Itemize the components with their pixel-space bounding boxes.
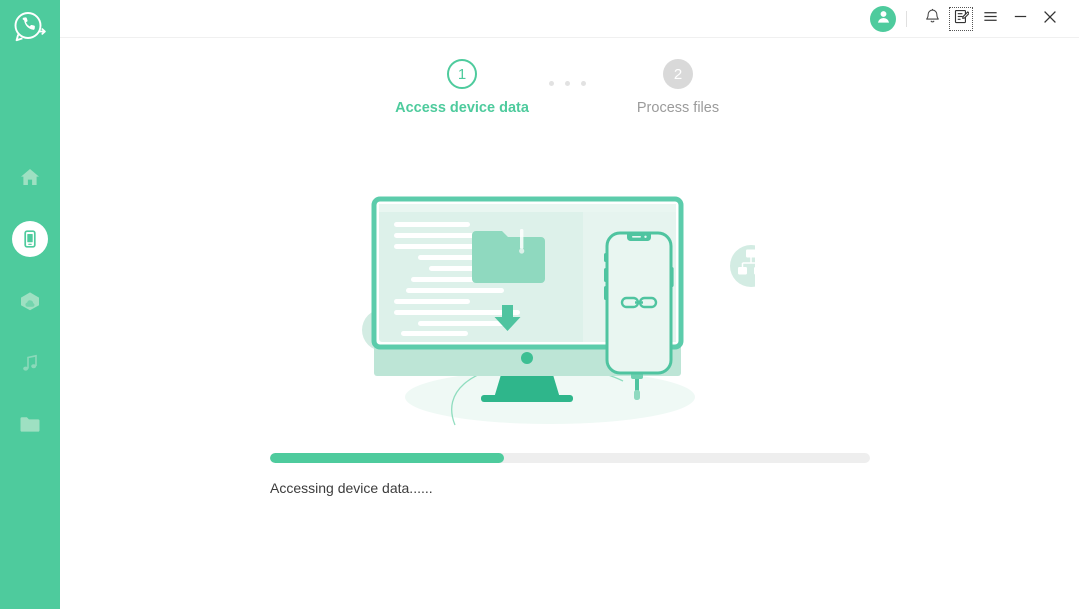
- folder-icon: [472, 229, 545, 283]
- sidebar-item-files[interactable]: [12, 407, 48, 443]
- user-avatar-icon: [875, 8, 892, 30]
- window-controls: [870, 0, 1065, 38]
- step-number-badge: 1: [447, 59, 477, 89]
- home-icon: [19, 166, 41, 188]
- feedback-edit-icon: [954, 9, 970, 29]
- phone-icon: [20, 229, 40, 249]
- progress-area: Accessing device data......: [270, 453, 870, 496]
- sitemap-badge-icon: [730, 245, 772, 287]
- step-indicator: 1 Access device data 2 Process files: [60, 38, 1079, 138]
- titlebar: [60, 0, 1079, 38]
- progress-bar: [270, 453, 870, 463]
- notification-button[interactable]: [917, 4, 947, 34]
- progress-bar-fill: [270, 453, 504, 463]
- sidebar-item-device[interactable]: [12, 221, 48, 257]
- cloud-backup-icon: [18, 289, 42, 313]
- close-icon: [1041, 8, 1059, 31]
- music-note-icon: [20, 353, 40, 373]
- device-to-computer-transfer-illustration: [355, 185, 772, 435]
- step-label: Process files: [636, 100, 720, 116]
- avatar[interactable]: [870, 6, 896, 32]
- brand-logo-icon: [6, 5, 54, 49]
- minimize-button[interactable]: [1005, 4, 1035, 34]
- progress-status-text: Accessing device data......: [270, 480, 433, 496]
- titlebar-divider: [906, 11, 907, 27]
- step-process-files: 2 Process files: [568, 59, 788, 116]
- sidebar-nav: [12, 159, 48, 443]
- sidebar-item-home[interactable]: [12, 159, 48, 195]
- step-access-device-data: 1 Access device data: [352, 59, 572, 116]
- sidebar: [0, 0, 60, 609]
- close-button[interactable]: [1035, 4, 1065, 34]
- hamburger-menu-icon: [982, 8, 999, 30]
- folder-icon: [18, 414, 42, 436]
- step-dot: [549, 81, 554, 86]
- step-number-badge: 2: [663, 59, 693, 89]
- feedback-button[interactable]: [949, 7, 973, 31]
- minimize-icon: [1012, 8, 1029, 30]
- menu-button[interactable]: [975, 4, 1005, 34]
- sidebar-item-backup[interactable]: [12, 283, 48, 319]
- sidebar-item-music[interactable]: [12, 345, 48, 381]
- phone-device: [604, 231, 674, 375]
- bell-icon: [924, 8, 941, 30]
- app-window: 1 Access device data 2 Process files Acc…: [0, 0, 1079, 609]
- step-label: Access device data: [395, 100, 529, 116]
